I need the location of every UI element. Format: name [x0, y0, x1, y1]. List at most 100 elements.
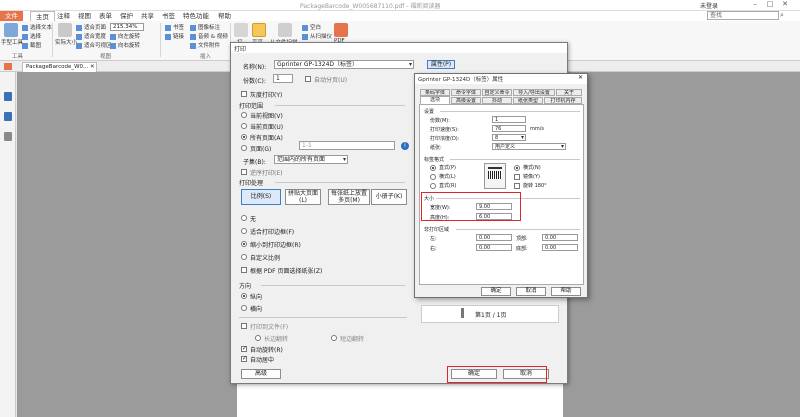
tab-advanced[interactable]: 高级设置: [451, 97, 481, 104]
custom-scale-radio[interactable]: [241, 254, 247, 260]
portrait-radio[interactable]: [241, 293, 247, 299]
prop-cancel-button[interactable]: 取消: [516, 287, 546, 296]
rotate180-checkbox[interactable]: [514, 183, 520, 189]
menu-protect[interactable]: 保护: [115, 11, 138, 21]
scale-none-radio[interactable]: [241, 215, 247, 221]
margin-top-input[interactable]: 0.00: [542, 234, 578, 241]
rotate-left-button[interactable]: 向左旋转: [110, 32, 140, 40]
attachments-panel-icon[interactable]: [4, 132, 12, 141]
menu-view[interactable]: 视图: [73, 11, 96, 21]
gray-print-checkbox[interactable]: [241, 91, 247, 97]
hand-tool-label[interactable]: 手型工具: [1, 38, 23, 46]
select-text-button[interactable]: 选择文本: [22, 23, 52, 31]
printer-select[interactable]: Gprinter GP-1324D（标签）: [274, 60, 414, 69]
menu-share[interactable]: 共享: [136, 11, 159, 21]
auto-rotate-checkbox[interactable]: [241, 345, 247, 352]
menu-comment[interactable]: 注释: [52, 11, 75, 21]
range-pages-radio[interactable]: [241, 145, 247, 151]
from-scan-button[interactable]: 从扫描仪: [302, 32, 332, 40]
booklet-button[interactable]: 小册子(K): [371, 189, 407, 205]
margin-right-input[interactable]: 0.00: [476, 244, 512, 251]
close-icon[interactable]: ✕: [578, 74, 583, 81]
close-icon[interactable]: ✕: [778, 0, 792, 10]
choose-paper-checkbox[interactable]: [241, 267, 247, 273]
menu-help[interactable]: 帮助: [213, 11, 236, 21]
long-edge-radio[interactable]: [255, 335, 261, 341]
range-all-pages-radio[interactable]: [241, 134, 247, 140]
actual-size-label[interactable]: 实际大小: [55, 38, 77, 46]
slider-thumb[interactable]: [461, 308, 464, 318]
stock-select[interactable]: 用户定义: [492, 143, 566, 150]
menu-bookmark[interactable]: 书签: [157, 11, 180, 21]
search-input[interactable]: 查找: [707, 11, 779, 20]
auto-center-checkbox[interactable]: [241, 355, 247, 362]
landscape-radio[interactable]: [241, 305, 247, 311]
rotate-right-button[interactable]: 向右旋转: [110, 41, 140, 49]
bookmark-button[interactable]: 书签: [165, 23, 184, 31]
tab-custom-command[interactable]: 自定义命令: [482, 89, 512, 96]
info-icon[interactable]: i: [401, 142, 409, 150]
range-current-page-radio[interactable]: [241, 123, 247, 129]
pages-panel-icon[interactable]: [4, 112, 12, 121]
snapshot-button[interactable]: 截图: [22, 41, 41, 49]
fit-page-button[interactable]: 适合页面: [76, 23, 106, 31]
minimize-icon[interactable]: –: [748, 0, 762, 10]
highlight-icon[interactable]: [252, 23, 266, 37]
menu-form[interactable]: 表单: [94, 11, 117, 21]
shrink-printable-radio[interactable]: [241, 241, 247, 247]
fmt-portrait2-radio[interactable]: [430, 183, 436, 189]
fit-visible-button[interactable]: 适合可视区: [76, 41, 112, 49]
pdf-icon[interactable]: [334, 23, 348, 37]
scale-button[interactable]: 比例(S): [241, 189, 281, 205]
zoom-input[interactable]: 215.34%: [110, 23, 144, 31]
fit-width-button[interactable]: 适合宽度: [76, 32, 106, 40]
margin-bottom-input[interactable]: 0.00: [542, 244, 578, 251]
properties-button[interactable]: 属性(P): [427, 60, 455, 69]
copies-input[interactable]: 1: [273, 74, 293, 83]
multiple-per-sheet-button[interactable]: 每张纸上放置多页(M): [328, 189, 370, 205]
tile-large-pages-button[interactable]: 拼贴大页面(L): [285, 189, 321, 205]
menu-features[interactable]: 特色功能: [178, 11, 214, 21]
collate-checkbox[interactable]: [305, 76, 311, 82]
prop-ok-button[interactable]: 确定: [481, 287, 511, 296]
link-button[interactable]: 链接: [165, 32, 184, 40]
blank-button[interactable]: 空白: [302, 23, 321, 31]
fit-printable-radio[interactable]: [241, 228, 247, 234]
margin-left-input[interactable]: 0.00: [476, 234, 512, 241]
fmt-landscape-radio[interactable]: [430, 174, 436, 180]
short-edge-radio[interactable]: [331, 335, 337, 341]
maximize-icon[interactable]: □: [763, 0, 777, 10]
menu-file[interactable]: 文件: [0, 11, 23, 21]
mirror-checkbox[interactable]: [514, 174, 520, 180]
audio-video-button[interactable]: 音频 & 视频: [190, 32, 228, 40]
document-tab[interactable]: PackageBarcode_W0... ✕: [22, 62, 97, 72]
bookmarks-panel-icon[interactable]: [4, 92, 12, 101]
hand-tool-icon[interactable]: [4, 23, 18, 37]
tab-barcode-font[interactable]: 条码字体: [420, 89, 450, 96]
actual-size-icon[interactable]: [58, 23, 72, 37]
range-current-view-radio[interactable]: [241, 112, 247, 118]
tab-printer-memory[interactable]: 打印机内存: [544, 97, 582, 104]
tab-command-font[interactable]: 命令字体: [451, 89, 481, 96]
speed-input[interactable]: 76: [492, 125, 526, 132]
tab-stock[interactable]: 纸张类型: [513, 97, 543, 104]
user-login-label[interactable]: 未登录: [700, 1, 718, 10]
advanced-button[interactable]: 高级: [241, 369, 281, 379]
typewriter-icon[interactable]: [234, 23, 248, 37]
prop-copies-input[interactable]: 1: [492, 116, 526, 123]
fmt-portrait-radio[interactable]: [430, 165, 436, 171]
pages-input[interactable]: 1-1: [299, 141, 395, 150]
from-scanner-icon[interactable]: [278, 23, 292, 37]
fmt-landscape2-radio[interactable]: [514, 165, 520, 171]
search-icon[interactable]: ⌕: [780, 11, 784, 20]
select-annotation-button[interactable]: 选择: [22, 32, 41, 40]
prop-help-button[interactable]: 帮助: [551, 287, 581, 296]
reverse-checkbox[interactable]: [241, 169, 247, 175]
tab-import-export[interactable]: 导入/导出设置: [513, 89, 555, 96]
file-attachment-button[interactable]: 文件附件: [190, 41, 220, 49]
tab-dithering[interactable]: 抖动: [482, 97, 512, 104]
subset-select[interactable]: 范围内的所有页面: [274, 155, 348, 164]
darkness-select[interactable]: 8: [492, 134, 526, 141]
tab-about[interactable]: 关于: [556, 89, 582, 96]
image-annotation-button[interactable]: 图像标注: [190, 23, 220, 31]
